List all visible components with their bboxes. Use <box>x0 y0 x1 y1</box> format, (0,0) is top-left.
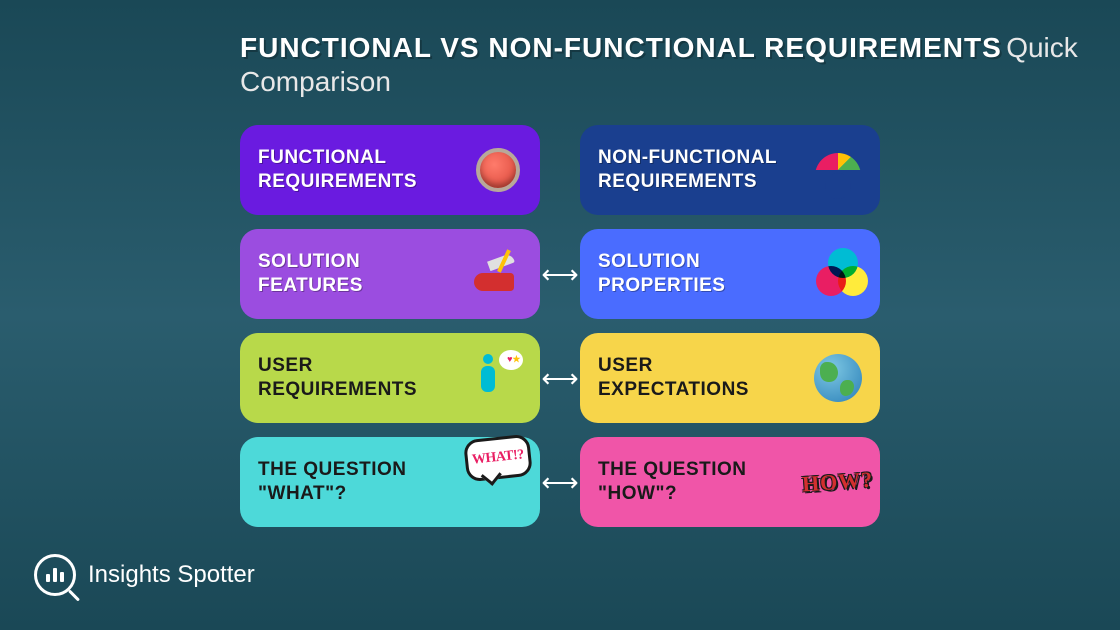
what-bubble-text: WHAT!? <box>471 447 525 470</box>
bidirectional-arrow-icon: ⟷ <box>540 467 580 498</box>
card-nonfunctional-requirements: NON-FUNCTIONAL REQUIREMENTS <box>580 125 880 215</box>
card-user-requirements: USER REQUIREMENTS ♥★ <box>240 333 540 423</box>
brand-name: Insights Spotter <box>88 561 255 589</box>
card-solution-features: SOLUTION FEATURES <box>240 229 540 319</box>
how-text-icon: HOW? <box>810 454 866 510</box>
page-title-bold: FUNCTIONAL VS NON-FUNCTIONAL REQUIREMENT… <box>240 32 1002 63</box>
venn-icon <box>810 246 866 302</box>
card-question-how: THE QUESTION "HOW"? HOW? <box>580 437 880 527</box>
how-text: HOW? <box>802 466 875 498</box>
globe-icon <box>810 350 866 406</box>
bidirectional-arrow-icon: ⟷ <box>540 363 580 394</box>
card-user-expectations: USER EXPECTATIONS <box>580 333 880 423</box>
what-bubble-icon: WHAT!? <box>470 434 526 490</box>
card-functional-requirements: FUNCTIONAL REQUIREMENTS <box>240 125 540 215</box>
card-question-what: THE QUESTION "WHAT"? WHAT!? <box>240 437 540 527</box>
brand: Insights Spotter <box>34 554 255 596</box>
gauge-icon <box>810 142 866 198</box>
swiss-knife-icon <box>470 246 526 302</box>
brand-logo-icon <box>34 554 76 596</box>
button-icon <box>470 142 526 198</box>
comparison-grid: FUNCTIONAL REQUIREMENTS NON-FUNCTIONAL R… <box>240 125 880 527</box>
card-solution-properties: SOLUTION PROPERTIES <box>580 229 880 319</box>
person-thought-icon: ♥★ <box>470 350 526 406</box>
header: FUNCTIONAL VS NON-FUNCTIONAL REQUIREMENT… <box>0 0 1120 98</box>
bidirectional-arrow-icon: ⟷ <box>540 259 580 290</box>
